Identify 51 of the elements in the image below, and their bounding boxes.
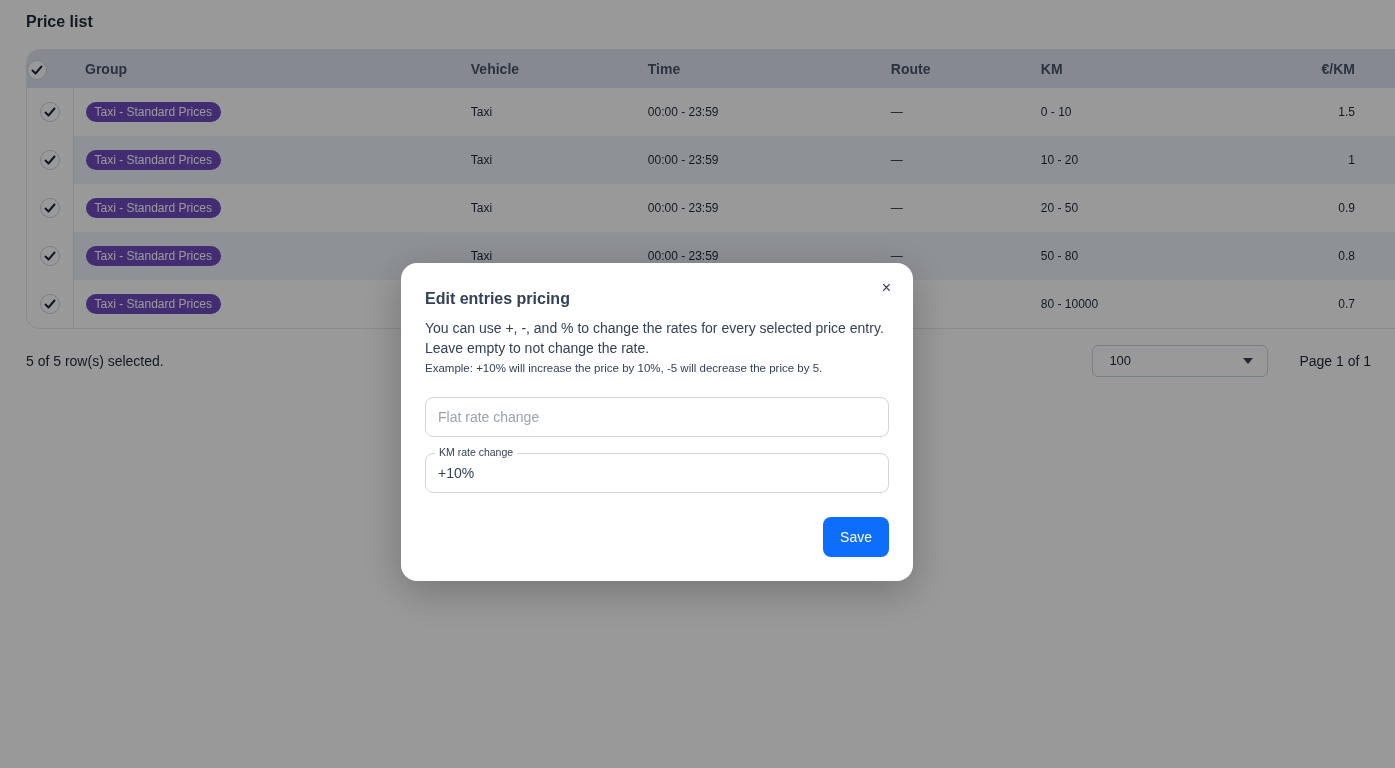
page-title: Price list — [25, 12, 94, 32]
input-field[interactable]: Flat rate change — [425, 397, 889, 438]
checkbox[interactable] — [39, 102, 60, 123]
table-cell: 0.8 — [1338, 249, 1355, 264]
group-tag: Taxi - Standard Prices — [85, 102, 221, 123]
close-button[interactable]: × — [877, 277, 895, 299]
table-cell: — — [890, 153, 903, 168]
table-cell: Taxi — [470, 201, 493, 216]
dialog-description: You can use +, -, and % to change the rates for every selected price entry. Leave empty to not change the rate. — [425, 319, 885, 359]
column-header: Route — [878, 50, 1029, 89]
table-cell: — — [890, 105, 903, 120]
column-header: KM — [1028, 50, 1189, 89]
dialog-title: Edit entries pricing — [425, 289, 571, 309]
table-cell: 00:00 - 23:59 — [647, 249, 719, 264]
caret-icon — [1243, 358, 1254, 365]
page-indicator: Page 1 of 1 — [1299, 351, 1371, 371]
table-cell: Taxi — [470, 105, 493, 120]
table-cell: 1 — [1348, 153, 1355, 168]
table-cell: 10 - 20 — [1040, 153, 1079, 168]
column-header: €/KM — [1188, 50, 1395, 89]
table-cell: 00:00 - 23:59 — [647, 105, 719, 120]
table-cell: 0.9 — [1338, 201, 1355, 216]
checkbox[interactable] — [27, 59, 47, 80]
checkbox[interactable] — [39, 294, 60, 315]
table-cell: 80 - 10000 — [1040, 297, 1099, 312]
column-header: Time — [635, 50, 879, 89]
example-text: Example: +10% will increase the price by 10%, -5 will decrease the price by 5. — [425, 361, 824, 377]
save-button[interactable]: Save — [823, 517, 889, 558]
group-tag: Taxi - Standard Prices — [85, 150, 221, 171]
group-tag: Taxi - Standard Prices — [85, 198, 221, 219]
checkbox[interactable] — [39, 150, 60, 171]
selection-count: 5 of 5 row(s) selected. — [26, 351, 164, 371]
table-cell: Taxi — [470, 153, 493, 168]
checkbox[interactable] — [39, 198, 60, 219]
table-cell: 0 - 10 — [1040, 105, 1072, 120]
table-cell: Taxi — [470, 249, 493, 264]
table-cell: 00:00 - 23:59 — [647, 201, 719, 216]
column-header: Group — [73, 50, 459, 89]
field-label: KM rate change — [435, 446, 518, 460]
column-header: Vehicle — [458, 50, 636, 89]
table-cell: 0.7 — [1338, 297, 1355, 312]
group-tag: Taxi - Standard Prices — [85, 294, 221, 315]
table-cell: — — [890, 249, 903, 264]
group-tag: Taxi - Standard Prices — [85, 246, 221, 267]
table-cell: — — [890, 201, 903, 216]
table-cell: 20 - 50 — [1040, 201, 1079, 216]
checkbox[interactable] — [39, 246, 60, 267]
table-cell: 00:00 - 23:59 — [647, 153, 719, 168]
table-cell: 50 - 80 — [1040, 249, 1079, 264]
table-cell: 1.5 — [1338, 105, 1355, 120]
page-size-select[interactable]: 100 — [1092, 345, 1269, 378]
